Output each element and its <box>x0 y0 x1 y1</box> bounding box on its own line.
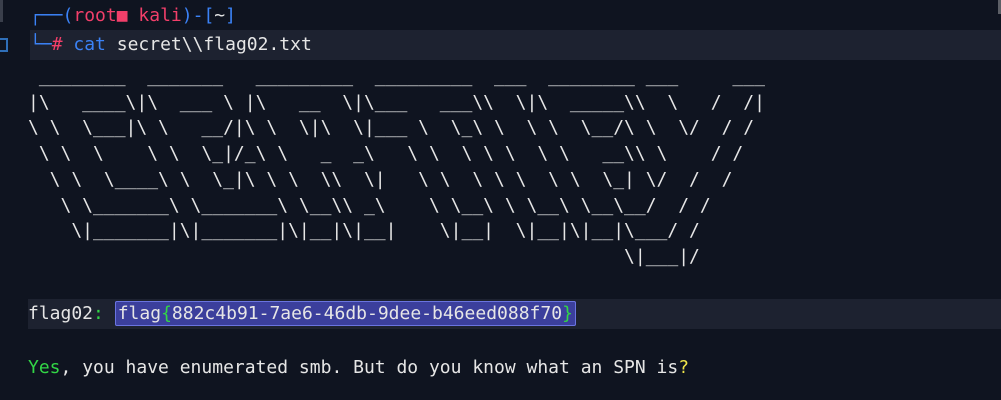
flag-open-brace: { <box>161 303 172 324</box>
prompt-line-1: ┌──(root■ kali)-[~] <box>30 2 236 30</box>
ascii-line: ________ _______ _________ _________ ___… <box>28 66 765 87</box>
flag-word: flag <box>117 303 162 324</box>
ascii-line: \|___|/ <box>28 245 700 267</box>
flag-selection[interactable]: flag{882c4b91-7ae6-46db-9dee-b46eed088f7… <box>114 301 576 326</box>
prompt-line-2[interactable]: └─# cat secret\\flag02.txt <box>30 31 312 59</box>
flag-value: 882c4b91-7ae6-46db-9dee-b46eed088f70 <box>171 303 563 324</box>
prompt-host: kali <box>138 5 182 26</box>
ascii-line: \|_______|\|_______|\|__|\|__| \|__| \|_… <box>28 220 700 242</box>
root-skull-icon: ■ <box>116 5 139 26</box>
terminal-window[interactable]: ┌──(root■ kali)-[~] └─# cat secret\\flag… <box>0 0 1001 400</box>
ascii-line: \ \ \____\ \ \_|\ \ \ \\ \| \ \ \ \ \ \ … <box>28 168 733 190</box>
message-question-mark: ? <box>678 357 690 378</box>
prompt-path: ~ <box>214 5 226 26</box>
prompt-close-paren: )-[ <box>181 5 215 26</box>
line-marker-icon <box>0 38 8 52</box>
command-name: cat <box>73 34 106 55</box>
command-argument: secret\\flag02.txt <box>116 34 312 55</box>
flag-label: flag02 <box>28 303 94 324</box>
ascii-line: |\ ____\|\ ___ \ |\ __ \|\___ ___\\ \|\ … <box>28 91 765 113</box>
prompt-hash: # <box>51 34 63 55</box>
prompt-close-bracket: ] <box>225 5 236 26</box>
message-text: , you have enumerated smb. But do you kn… <box>60 357 679 378</box>
flag-line[interactable]: flag02: flag{882c4b91-7ae6-46db-9dee-b46… <box>28 300 576 328</box>
flag-close-brace: } <box>562 303 573 324</box>
left-edge-bar <box>0 0 3 22</box>
ascii-line: \ \ \ \ \ \_|/_\ \ _ _\ \ \ \ \ \ \ \ __… <box>28 143 744 165</box>
message-yes: Yes <box>28 357 61 378</box>
ascii-art-banner: ________ _______ _________ _________ ___… <box>28 64 765 270</box>
prompt-user: root <box>73 5 117 26</box>
prompt-corner-top: ┌──( <box>30 5 74 26</box>
flag-colon: : <box>93 303 104 324</box>
message-line: Yes, you have enumerated smb. But do you… <box>28 354 689 382</box>
ascii-line: \ \ \___|\ \ __/|\ \ \|\ \|___ \ \_\ \ \… <box>28 117 755 139</box>
ascii-line: \ \_______\ \_______\ \__\\ _\ \ \__\ \ … <box>28 194 711 216</box>
prompt-corner-bottom: └─ <box>30 34 52 55</box>
